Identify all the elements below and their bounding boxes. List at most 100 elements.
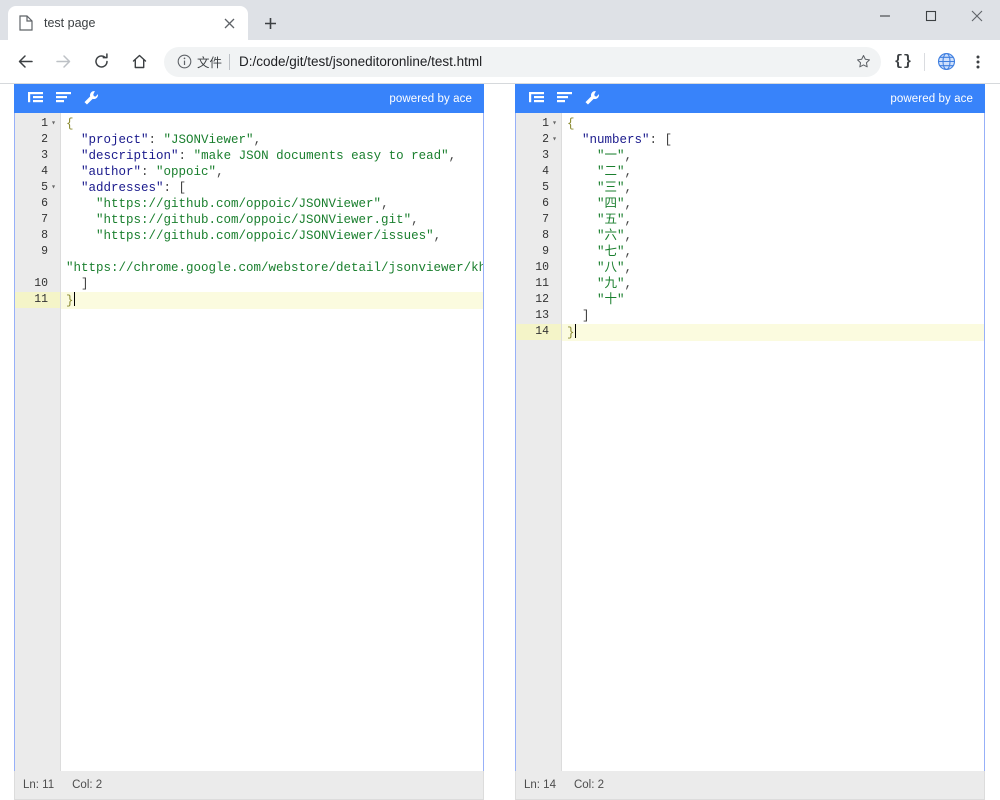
code-line[interactable]: "project": "JSONViewer", [61,132,483,148]
code-token-punct: , [448,149,457,163]
code-line[interactable]: "七", [562,244,984,260]
code-token-punct: , [624,245,633,259]
close-window-button[interactable] [954,0,1000,32]
gutter-line-number[interactable]: 5 [516,180,561,196]
code-token-punct [66,213,96,227]
code-line[interactable]: "八", [562,260,984,276]
info-circle-icon[interactable] [176,54,192,70]
gutter-line-number[interactable]: 4 [15,164,60,180]
gutter-line-number[interactable]: 8 [15,228,60,244]
right-editor-gutter[interactable]: 1 ▾ 2 ▾ 3 4 5 6 7 8 9 10 11 12 13 14 [516,113,562,771]
code-line[interactable]: "二", [562,164,984,180]
gutter-line-number[interactable]: 3 [15,148,60,164]
gutter-line-number[interactable]: 2 [15,132,60,148]
left-editor-code[interactable]: { "project": "JSONViewer", "description"… [61,113,483,771]
home-button[interactable] [124,47,154,77]
format-button[interactable] [523,87,549,111]
json-viewer-extension-button[interactable]: {} [889,48,917,76]
back-button[interactable] [10,47,40,77]
gutter-line-number[interactable]: 1 ▾ [516,116,561,132]
code-token-punct [66,245,96,259]
code-line[interactable]: "十" [562,292,984,308]
gutter-line-number[interactable]: 5 ▾ [15,180,60,196]
chevron-down-icon[interactable]: ▾ [550,132,559,148]
gutter-line-number[interactable]: 11 [516,276,561,292]
code-line[interactable]: "addresses": [ [61,180,483,196]
gutter-line-number[interactable]: 2 ▾ [516,132,561,148]
editor-gap [484,84,515,800]
gutter-line-number[interactable]: 8 [516,228,561,244]
right-editor-body[interactable]: 1 ▾ 2 ▾ 3 4 5 6 7 8 9 10 11 12 13 14 { "numbers": [ "一"… [515,113,985,771]
code-line[interactable]: "六", [562,228,984,244]
gutter-line-number[interactable]: 7 [15,212,60,228]
gutter-line-number[interactable]: 9 [516,244,561,260]
gutter-line-number[interactable]: 11 [15,292,60,308]
close-icon[interactable] [220,14,238,32]
settings-button[interactable] [78,87,104,111]
left-editor-gutter[interactable]: 1 ▾ 2 3 4 5 ▾ 6 7 8 9 10 11 [15,113,61,771]
line-indicator: Ln: 14 [524,779,556,791]
code-line[interactable]: "description": "make JSON documents easy… [61,148,483,164]
code-line[interactable]: "九", [562,276,984,292]
compact-button[interactable] [551,87,577,111]
code-token-punct: ] [567,309,590,323]
gutter-line-number[interactable]: 10 [516,260,561,276]
code-line[interactable]: "https://github.com/oppoic/JSONViewer/is… [61,228,483,244]
star-icon[interactable] [851,50,875,74]
new-tab-button[interactable] [256,9,284,37]
code-line[interactable]: "https://github.com/oppoic/JSONViewer.gi… [61,212,483,228]
gutter-line-number[interactable]: 7 [516,212,561,228]
gutter-line-number[interactable]: 13 [516,308,561,324]
gutter-line-number[interactable]: 14 [516,324,561,340]
code-token-str: "https://github.com/oppoic/JSONViewer.gi… [96,213,412,227]
chevron-down-icon[interactable]: ▾ [49,116,58,132]
code-token-punct: , [624,261,633,275]
code-token-punct: , [624,181,633,195]
gutter-line-number[interactable]: 6 [516,196,561,212]
code-line[interactable]: } [61,292,483,309]
browser-tab[interactable]: test page [8,6,248,40]
browser-menu-button[interactable] [964,48,992,76]
format-button[interactable] [22,87,48,111]
compact-button[interactable] [50,87,76,111]
gutter-line-number[interactable]: 6 [15,196,60,212]
gutter-line-number[interactable]: 1 ▾ [15,116,60,132]
code-line[interactable]: "author": "oppoic", [61,164,483,180]
code-token-punct: : [148,133,164,147]
settings-button[interactable] [579,87,605,111]
code-line[interactable]: { [61,116,483,132]
gutter-line-number[interactable]: 4 [516,164,561,180]
chevron-down-icon[interactable]: ▾ [49,180,58,196]
reload-button[interactable] [86,47,116,77]
right-editor-code[interactable]: { "numbers": [ "一", "二", "三", "四", "五", … [562,113,984,771]
maximize-button[interactable] [908,0,954,32]
code-line[interactable]: "https://chrome.google.com/webstore/deta… [61,244,483,276]
code-line[interactable]: "一", [562,148,984,164]
omnibox-scheme-label: 文件 [197,56,223,70]
gutter-line-number[interactable]: 12 [516,292,561,308]
code-token-punct [66,133,81,147]
code-line[interactable]: ] [562,308,984,324]
gutter-line-number[interactable]: 3 [516,148,561,164]
code-line[interactable]: { [562,116,984,132]
gutter-line-number[interactable]: 10 [15,276,60,292]
left-editor-body[interactable]: 1 ▾ 2 3 4 5 ▾ 6 7 8 9 10 11 { "project": "JSONViewer… [14,113,484,771]
globe-extension-button[interactable] [932,48,960,76]
code-line[interactable]: "四", [562,196,984,212]
code-line[interactable]: "numbers": [ [562,132,984,148]
code-line[interactable]: "五", [562,212,984,228]
code-token-punct [66,197,96,211]
minimize-button[interactable] [862,0,908,32]
chevron-down-icon[interactable]: ▾ [550,116,559,132]
code-line[interactable]: "三", [562,180,984,196]
address-bar[interactable]: 文件 D:/code/git/test/jsoneditoronline/tes… [164,46,881,77]
code-line[interactable]: ] [61,276,483,292]
code-token-punct: , [624,213,633,227]
code-line[interactable]: } [562,324,984,341]
url-text[interactable]: D:/code/git/test/jsoneditoronline/test.h… [239,54,851,69]
code-token-punct [66,165,81,179]
forward-button[interactable] [48,47,78,77]
code-line[interactable]: "https://github.com/oppoic/JSONViewer", [61,196,483,212]
code-token-punct: , [624,229,633,243]
gutter-line-number[interactable]: 9 [15,244,60,260]
